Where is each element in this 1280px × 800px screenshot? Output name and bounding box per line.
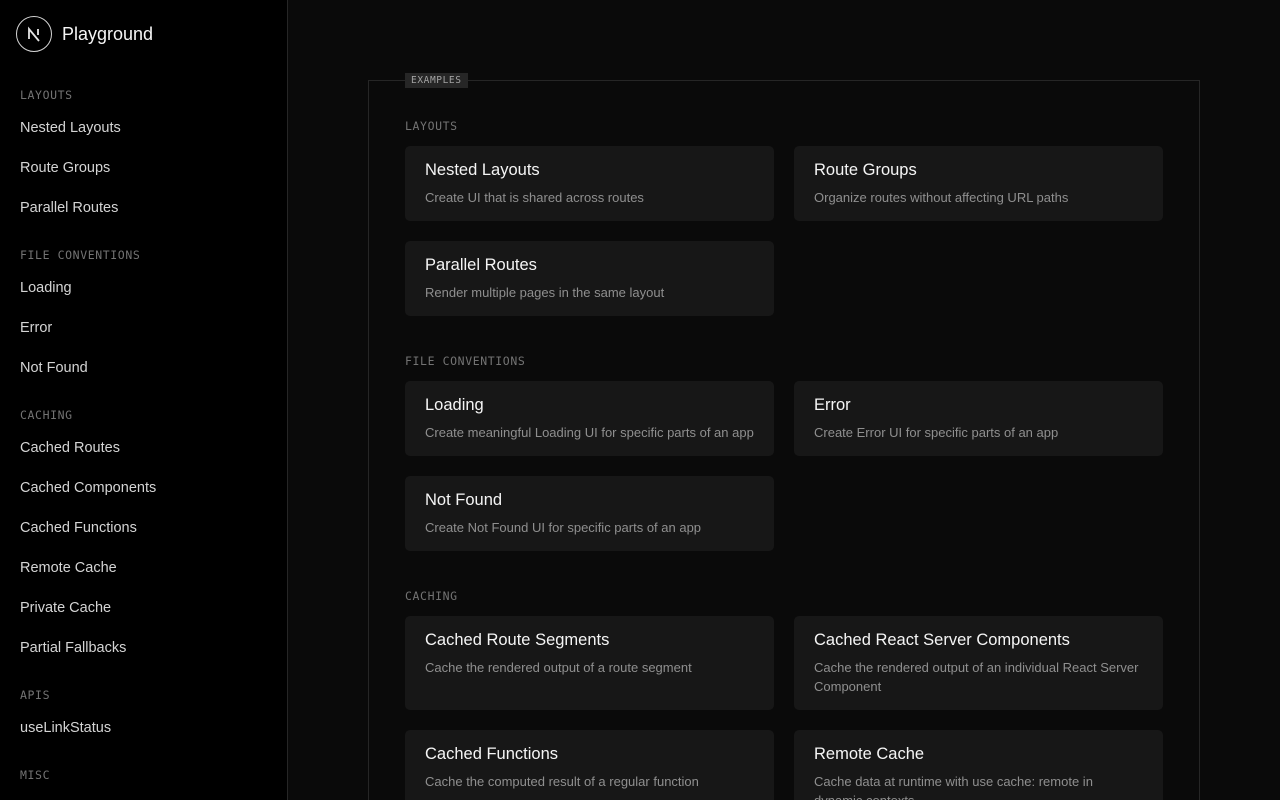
card-description: Cache the rendered output of an individu… [814, 660, 1139, 694]
nav-group-title: MISC [20, 768, 51, 782]
card-title: Nested Layouts [425, 161, 540, 179]
sidebar-item-cached-routes[interactable]: Cached Routes [0, 428, 287, 468]
card-title: Remote Cache [814, 745, 925, 763]
card-not-found[interactable]: Not Found Create Not Found UI for specif… [405, 476, 774, 551]
sidebar-item-private-cache[interactable]: Private Cache [0, 588, 287, 628]
sidebar-item-cached-functions[interactable]: Cached Functions [0, 508, 287, 548]
section-title: LAYOUTS [405, 119, 458, 133]
card-error[interactable]: Error Create Error UI for specific parts… [794, 381, 1163, 456]
card-title: Route Groups [814, 161, 917, 179]
card-title: Not Found [425, 491, 503, 509]
card-route-groups[interactable]: Route Groups Organize routes without aff… [794, 146, 1163, 221]
card-description: Cache the computed result of a regular f… [425, 774, 699, 789]
nav-group-file-conventions: FILE CONVENTIONS Loading Error Not Found [0, 242, 287, 388]
examples-tag: EXAMPLES [405, 73, 468, 88]
card-title: Parallel Routes [425, 256, 537, 274]
nav-group-title: FILE CONVENTIONS [20, 248, 141, 262]
section-title: FILE CONVENTIONS [405, 354, 526, 368]
examples-panel: EXAMPLES LAYOUTS Nested Layouts Create U… [368, 73, 1200, 800]
sidebar-item-nested-layouts[interactable]: Nested Layouts [0, 108, 287, 148]
card-description: Cache data at runtime with use cache: re… [814, 774, 1093, 800]
card-cached-react-server-components[interactable]: Cached React Server Components Cache the… [794, 616, 1163, 710]
card-title: Cached React Server Components [814, 631, 1070, 649]
card-description: Create UI that is shared across routes [425, 190, 644, 205]
sidebar-item-loading[interactable]: Loading [0, 268, 287, 308]
card-description: Create Not Found UI for specific parts o… [425, 520, 702, 535]
card-cached-functions[interactable]: Cached Functions Cache the computed resu… [405, 730, 774, 800]
nav-group-misc: MISC [0, 762, 287, 788]
nav-group-caching: CACHING Cached Routes Cached Components … [0, 402, 287, 668]
section-layouts: LAYOUTS Nested Layouts Create UI that is… [369, 118, 1199, 316]
sidebar-item-remote-cache[interactable]: Remote Cache [0, 548, 287, 588]
card-title: Cached Functions [425, 745, 558, 763]
sidebar: Playground LAYOUTS Nested Layouts Route … [0, 0, 288, 800]
card-description: Create meaningful Loading UI for specifi… [425, 425, 754, 440]
brand[interactable]: Playground [0, 0, 287, 68]
sidebar-item-route-groups[interactable]: Route Groups [0, 148, 287, 188]
sidebar-item-not-found[interactable]: Not Found [0, 348, 287, 388]
app-title: Playground [62, 23, 154, 44]
card-remote-cache[interactable]: Remote Cache Cache data at runtime with … [794, 730, 1163, 800]
card-title: Error [814, 396, 851, 414]
card-title: Loading [425, 396, 484, 414]
card-description: Render multiple pages in the same layout [425, 285, 665, 300]
card-parallel-routes[interactable]: Parallel Routes Render multiple pages in… [405, 241, 774, 316]
card-description: Create Error UI for specific parts of an… [814, 425, 1059, 440]
nextjs-logo-icon [16, 16, 52, 52]
nav-group-title: CACHING [20, 408, 73, 422]
sidebar-item-cached-components[interactable]: Cached Components [0, 468, 287, 508]
card-cached-route-segments[interactable]: Cached Route Segments Cache the rendered… [405, 616, 774, 710]
sidebar-item-partial-fallbacks[interactable]: Partial Fallbacks [0, 628, 287, 668]
nav-group-title: LAYOUTS [20, 88, 73, 102]
sidebar-item-error[interactable]: Error [0, 308, 287, 348]
section-file-conventions: FILE CONVENTIONS Loading Create meaningf… [369, 353, 1199, 551]
nav-group-title: APIS [20, 688, 51, 702]
card-loading[interactable]: Loading Create meaningful Loading UI for… [405, 381, 774, 456]
card-title: Cached Route Segments [425, 631, 610, 649]
main-content: EXAMPLES LAYOUTS Nested Layouts Create U… [288, 0, 1280, 800]
sidebar-item-parallel-routes[interactable]: Parallel Routes [0, 188, 287, 228]
nav-group-layouts: LAYOUTS Nested Layouts Route Groups Para… [0, 82, 287, 228]
sidebar-item-uselinkstatus[interactable]: useLinkStatus [0, 708, 287, 748]
card-description: Organize routes without affecting URL pa… [814, 190, 1069, 205]
nav-group-apis: APIS useLinkStatus [0, 682, 287, 748]
section-caching: CACHING Cached Route Segments Cache the … [369, 588, 1199, 800]
card-description: Cache the rendered output of a route seg… [425, 660, 692, 675]
section-title: CACHING [405, 589, 458, 603]
card-nested-layouts[interactable]: Nested Layouts Create UI that is shared … [405, 146, 774, 221]
